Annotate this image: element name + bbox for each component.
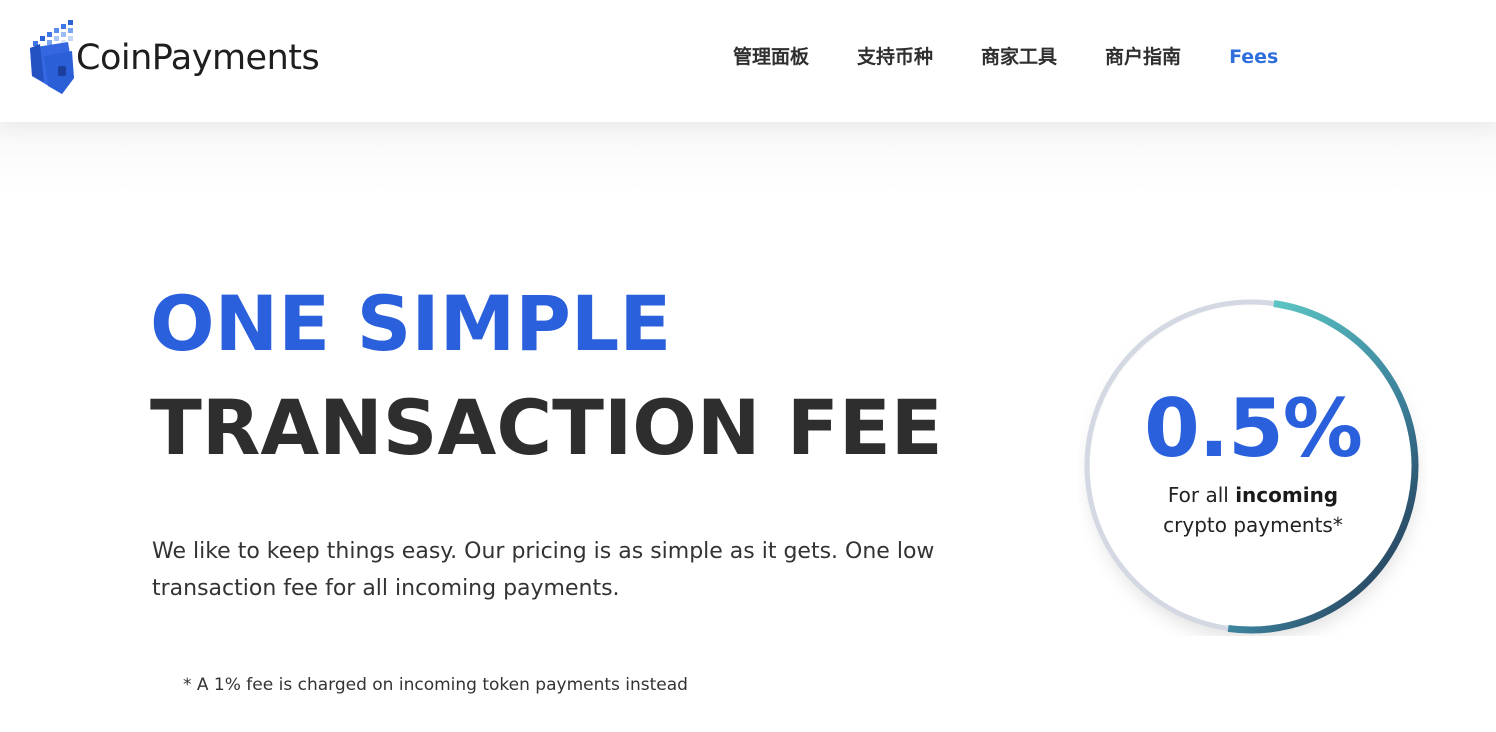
token-fee-footnote: * A 1% fee is charged on incoming token …	[183, 675, 688, 695]
fee-percentage: 0.5%	[1144, 382, 1363, 475]
site-header: CoinPayments 管理面板 支持币种 商家工具 商户指南 Fees	[0, 0, 1496, 122]
fee-caption-bold: incoming	[1235, 483, 1339, 507]
hero-headline: ONE SIMPLE TRANSACTION FEE	[150, 272, 943, 480]
nav-item-fees[interactable]: Fees	[1229, 44, 1278, 70]
nav-item-merchant-tools[interactable]: 商家工具	[981, 44, 1057, 70]
wallet-logo-icon	[30, 20, 74, 94]
coinpayments-logo[interactable]: CoinPayments	[28, 20, 320, 94]
hero-description: We like to keep things easy. Our pricing…	[152, 539, 935, 601]
brand-name: CoinPayments	[76, 38, 320, 78]
nav-item-supported-coins[interactable]: 支持币种	[857, 44, 933, 70]
fee-caption-suffix: crypto payments*	[1163, 513, 1343, 537]
main-nav: 管理面板 支持币种 商家工具 商户指南 Fees	[733, 44, 1278, 70]
nav-item-dashboard[interactable]: 管理面板	[733, 44, 809, 70]
fee-caption: For all incoming crypto payments*	[1163, 480, 1343, 540]
fee-caption-prefix: For all	[1167, 483, 1236, 507]
headline-line-2: TRANSACTION FEE	[150, 383, 943, 472]
headline-line-1: ONE SIMPLE	[150, 279, 672, 368]
fee-content: 0.5% For all incoming crypto payments*	[1093, 308, 1413, 628]
nav-item-merchant-guide[interactable]: 商户指南	[1105, 44, 1181, 70]
fee-badge: 0.5% For all incoming crypto payments*	[1079, 296, 1427, 636]
